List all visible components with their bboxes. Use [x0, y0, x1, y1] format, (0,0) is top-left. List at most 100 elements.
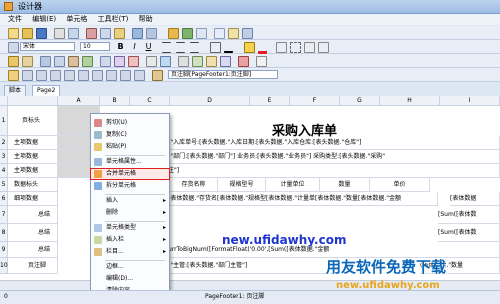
same-height-icon[interactable] [78, 70, 89, 81]
row-header[interactable]: 7 [0, 206, 8, 224]
tab-page2[interactable]: Page2 [32, 85, 61, 96]
column-heading[interactable]: 计量单位 [266, 178, 320, 192]
font-color-icon[interactable] [258, 42, 267, 54]
align-top-icon[interactable] [22, 70, 33, 81]
align-center-icon[interactable] [176, 42, 185, 53]
frame-icon[interactable] [276, 42, 287, 53]
text-icon[interactable] [228, 28, 239, 39]
page-setup-icon[interactable] [22, 56, 33, 67]
row-header[interactable]: 6 [0, 192, 8, 206]
col-header-c[interactable]: C [130, 96, 170, 106]
context-menu-item[interactable]: 粘贴(P) [91, 142, 169, 152]
shape-icon[interactable] [128, 56, 139, 67]
open-icon[interactable] [22, 28, 33, 39]
paste-icon[interactable] [114, 28, 125, 39]
chart-icon[interactable] [100, 56, 111, 67]
data-icon[interactable] [68, 56, 79, 67]
align-right-icon[interactable] [190, 42, 199, 53]
grid-icon[interactable] [214, 28, 225, 39]
copy-icon[interactable] [100, 28, 111, 39]
column-heading[interactable]: 单价 [370, 178, 430, 192]
row-header[interactable]: 9 [0, 242, 8, 258]
band-combo[interactable]: 页注脚[PageFooter1:页注脚] [168, 70, 278, 79]
preview-icon[interactable] [68, 28, 79, 39]
menu-toolbar[interactable]: 工具栏(T) [98, 14, 129, 25]
menu-help[interactable]: 帮助 [139, 14, 153, 25]
tool-icon[interactable] [168, 28, 179, 39]
variable-icon[interactable] [54, 56, 65, 67]
column-heading[interactable]: 规格型号 [218, 178, 266, 192]
space-v-icon[interactable] [106, 70, 117, 81]
detail-field-right[interactable]: [表体数据 [450, 192, 500, 206]
line-icon[interactable] [224, 42, 233, 53]
font-name-combo[interactable]: 宋体 [20, 42, 75, 51]
header-field-row[interactable]: ["部门:[表头数据."部门"] 业务员:[表头数据."业务员"] 采购类型:[… [168, 150, 500, 164]
context-menu-item[interactable]: 栏目... ▸ [91, 247, 169, 257]
center-h-icon[interactable] [120, 70, 131, 81]
menu-edit[interactable]: 编辑(E) [32, 14, 56, 25]
col-header-b[interactable]: B [100, 96, 130, 106]
row-header[interactable]: 8 [0, 224, 8, 242]
dash-icon[interactable] [290, 42, 301, 53]
row-header[interactable]: 4 [0, 164, 8, 178]
context-menu-item[interactable]: 边框... [91, 262, 169, 272]
underline-icon[interactable]: U [144, 42, 153, 51]
print-icon[interactable] [54, 28, 65, 39]
space-h-icon[interactable] [92, 70, 103, 81]
group-icon[interactable] [40, 56, 51, 67]
fill-color-icon[interactable] [244, 42, 255, 53]
undo-icon[interactable] [132, 28, 143, 39]
cut-icon[interactable] [86, 28, 97, 39]
sum-field[interactable]: [Sum([表体数 [438, 224, 500, 242]
align-middle-icon[interactable] [36, 70, 47, 81]
box-icon[interactable] [304, 42, 315, 53]
band-select-icon[interactable] [152, 70, 163, 81]
context-menu-item[interactable]: 单元格属性... [91, 157, 169, 167]
prop-icon[interactable] [256, 56, 267, 67]
subreport-icon[interactable] [178, 56, 189, 67]
field-icon[interactable] [8, 70, 19, 81]
col-header-g[interactable]: G [340, 96, 380, 106]
col-header-i[interactable]: I [440, 96, 500, 106]
col-header-e[interactable]: E [250, 96, 290, 106]
expr-icon[interactable] [82, 56, 93, 67]
col-header-h[interactable]: H [380, 96, 440, 106]
new-icon[interactable] [8, 28, 19, 39]
save-icon[interactable] [36, 28, 47, 39]
row-header[interactable]: 10 [0, 258, 8, 274]
same-width-icon[interactable] [64, 70, 75, 81]
context-menu-item[interactable]: 剪切(U) [91, 118, 169, 128]
shade-icon[interactable] [318, 42, 329, 53]
redo-icon[interactable] [146, 28, 157, 39]
col-header-d[interactable]: D [170, 96, 250, 106]
row-header[interactable]: 3 [0, 150, 8, 164]
footer-field[interactable]: ["主管:[表头数据."部门主管"] [168, 258, 338, 274]
table-icon[interactable] [196, 28, 207, 39]
context-menu-item[interactable]: 删除 ▸ [91, 208, 169, 218]
menu-cell[interactable]: 单元格 [66, 14, 87, 25]
menu-file[interactable]: 文件 [8, 14, 22, 25]
col-header-f[interactable]: F [290, 96, 340, 106]
checkbox-icon[interactable] [220, 56, 231, 67]
context-menu-item[interactable]: 编辑(D)... [91, 274, 169, 284]
row-header[interactable]: 2 [0, 136, 8, 150]
tab-script[interactable]: 脚本 [4, 85, 27, 96]
band-icon[interactable] [8, 56, 19, 67]
row-header[interactable]: 1 [0, 106, 8, 136]
memo-icon[interactable] [160, 56, 171, 67]
detail-field-row[interactable]: [表体数据."存货名[表体数据."规格型[表体数据."计量单[表体数据."数量[… [168, 192, 438, 206]
context-menu-item[interactable]: 合并单元格 [90, 168, 170, 180]
border-icon[interactable] [210, 42, 221, 53]
italic-icon[interactable]: I [130, 42, 139, 51]
line-tool-icon[interactable] [146, 56, 157, 67]
align-left-icon[interactable] [162, 42, 171, 53]
zoom-icon[interactable] [242, 28, 253, 39]
ole-icon[interactable] [192, 56, 203, 67]
center-v-icon[interactable] [134, 70, 145, 81]
column-heading[interactable]: 存货名称 [170, 178, 218, 192]
barcode-icon[interactable] [114, 56, 125, 67]
context-menu-item[interactable]: 拆分单元格 [91, 181, 169, 191]
font-size-combo[interactable]: 10 [80, 42, 110, 51]
bold-icon[interactable]: B [116, 42, 125, 51]
delete-icon[interactable] [238, 56, 249, 67]
